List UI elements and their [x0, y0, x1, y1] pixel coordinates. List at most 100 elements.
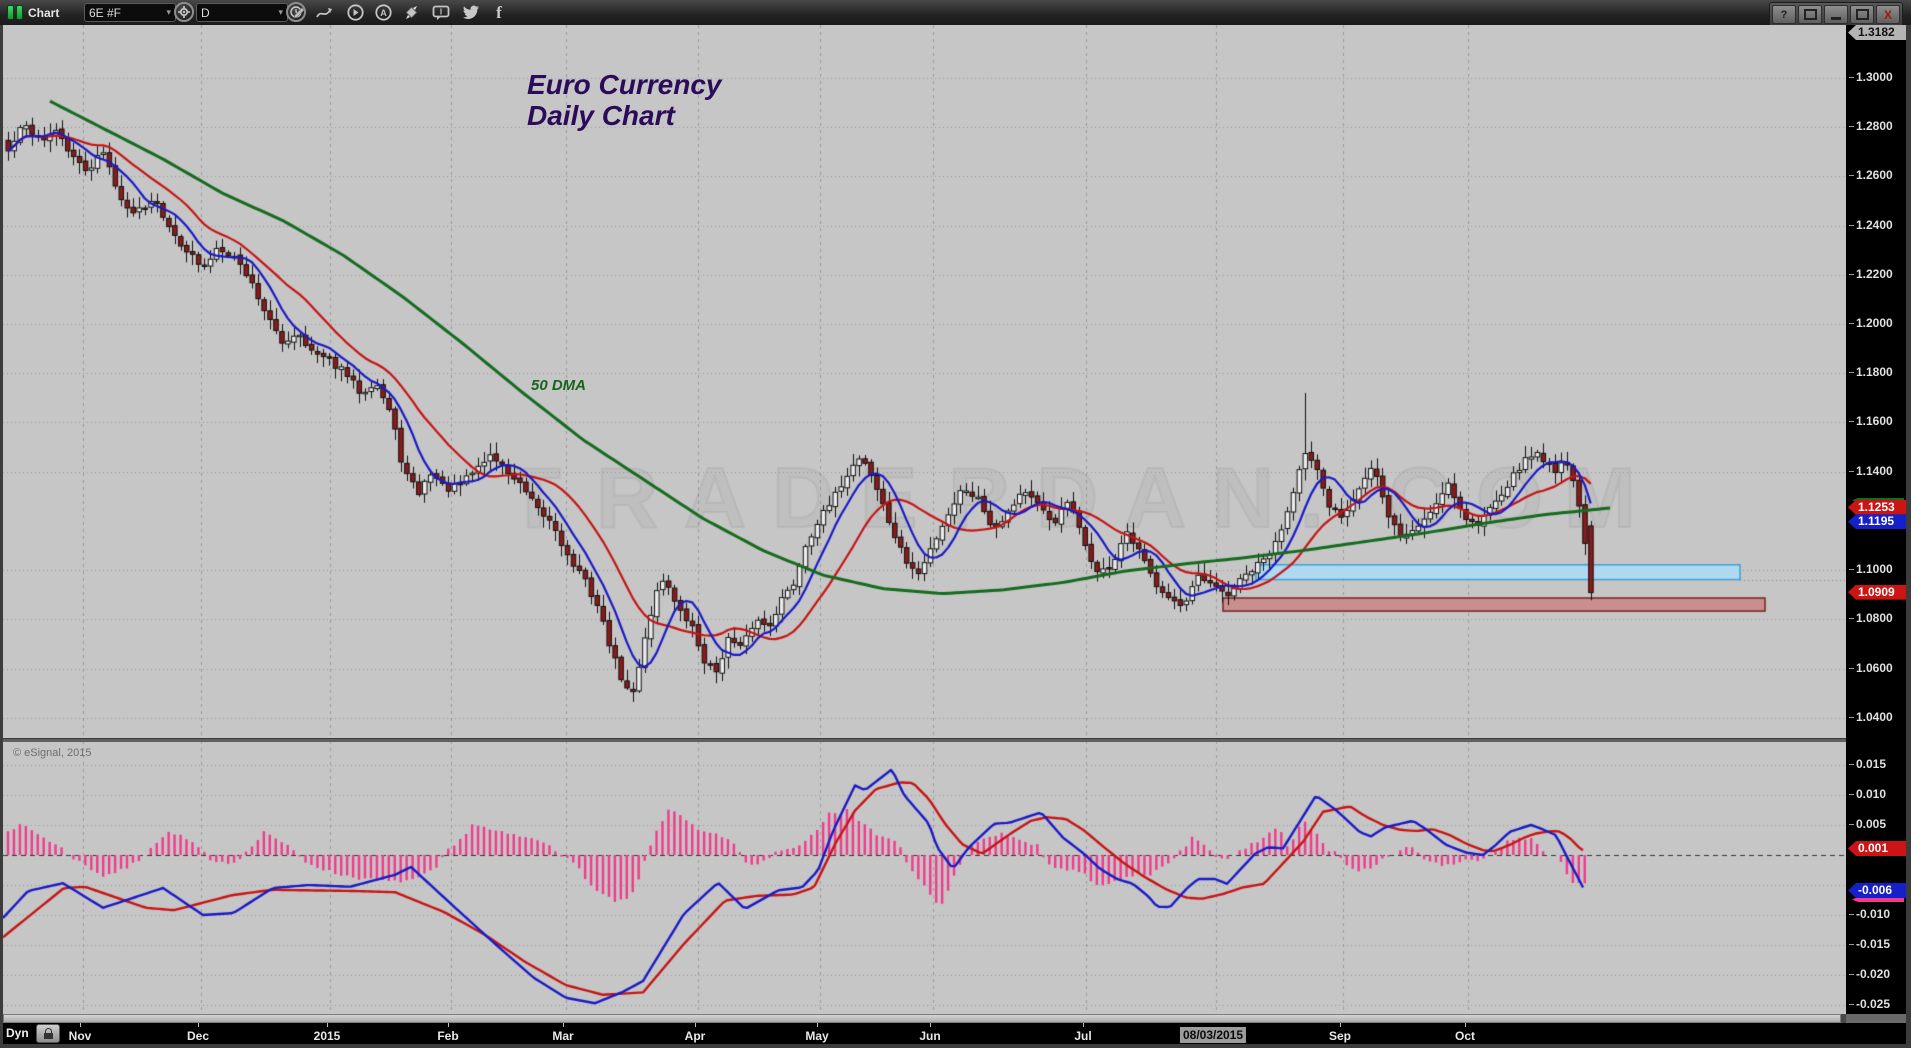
share-facebook-button[interactable]: f — [488, 2, 510, 23]
indicator-tick-label: -0.025 — [1848, 997, 1891, 1011]
month-tick — [448, 1023, 449, 1027]
interval-combo[interactable]: D ▾ — [196, 3, 288, 22]
window-border-bottom — [0, 1044, 1911, 1048]
indicator-tick-label: 0.010 — [1848, 787, 1887, 801]
dma50-label: 50 DMA — [531, 377, 587, 394]
scrollbar-thumb[interactable] — [3, 1014, 1841, 1023]
month-tick — [327, 1023, 328, 1027]
price-badge: 1.0909 — [1848, 584, 1906, 600]
window-border-left — [0, 25, 3, 1044]
time-axis[interactable]: Dyn Nov Dec 2015 Feb Mar Apr May Jun Jul Sep Oct 08… — [0, 1023, 1906, 1044]
speech-bubble-icon: I — [432, 5, 449, 20]
replay-button[interactable] — [344, 2, 366, 23]
month-tick — [198, 1023, 199, 1027]
indicator-tick-label: 0.005 — [1848, 817, 1887, 831]
price-tick-label: 1.2200 — [1849, 266, 1893, 281]
month-tick — [1465, 1023, 1466, 1027]
app-icon — [7, 0, 23, 25]
close-button[interactable]: X — [1876, 5, 1900, 24]
month-label: Feb — [437, 1029, 459, 1043]
indicator-tick-label: -0.015 — [1848, 937, 1891, 951]
date-marker: 08/03/2015 — [1179, 1027, 1247, 1043]
interval-value: D — [201, 5, 210, 20]
month-label: Apr — [684, 1029, 706, 1043]
link-window-button[interactable] — [400, 2, 422, 23]
month-label: May — [805, 1029, 829, 1043]
line-study-button[interactable] — [314, 2, 336, 23]
month-tick — [563, 1023, 564, 1027]
panel-divider[interactable] — [3, 738, 1906, 742]
axis-lock-button[interactable] — [36, 1024, 60, 1043]
month-label: 2015 — [313, 1029, 341, 1043]
month-label: Nov — [68, 1029, 92, 1043]
news-button[interactable]: I — [430, 2, 452, 23]
annotation-button[interactable]: A — [372, 2, 394, 23]
month-label: Sep — [1328, 1029, 1352, 1043]
month-tick — [1340, 1023, 1341, 1027]
symbol-value: 6E #F — [89, 5, 122, 20]
maximize-button[interactable] — [1850, 5, 1874, 24]
title-bar[interactable]: Chart 6E #F ▾ D ▾ A I f ? X — [0, 0, 1911, 27]
chart-title: Euro Currency Daily Chart — [527, 69, 722, 131]
price-panel[interactable] — [3, 25, 1846, 738]
price-badge: 1.1253 — [1848, 499, 1906, 515]
popout-icon — [1803, 9, 1817, 20]
month-label: Oct — [1454, 1029, 1476, 1043]
indicator-tick-label: -0.020 — [1848, 967, 1891, 981]
price-tick-label: 1.2400 — [1849, 217, 1893, 232]
play-icon — [346, 4, 364, 21]
letter-a-icon: A — [374, 4, 392, 21]
indicator-panel[interactable] — [3, 741, 1846, 1014]
price-tick-label: 1.1800 — [1849, 365, 1893, 380]
trendline-icon — [316, 7, 332, 17]
indicator-tick-label: 0.015 — [1848, 757, 1887, 771]
price-badge: 1.3182 — [1848, 25, 1906, 40]
pencil-icon — [293, 6, 305, 19]
popout-button[interactable] — [1798, 5, 1822, 24]
indicator-tick-label: -0.010 — [1848, 907, 1891, 921]
gear-icon — [178, 6, 190, 18]
horizontal-scrollbar[interactable] — [3, 1014, 1846, 1023]
month-label: Mar — [552, 1029, 574, 1043]
month-tick — [817, 1023, 818, 1027]
price-tick-label: 1.2800 — [1849, 119, 1893, 134]
chevron-down-icon: ▾ — [278, 7, 283, 17]
chevron-down-icon: ▾ — [166, 7, 171, 17]
chart-area: Euro Currency Daily Chart 50 DMA © eSign… — [3, 25, 1846, 1023]
diamond-arrows-icon — [405, 6, 417, 19]
price-axis[interactable]: 1.3000 1.2800 1.2600 1.2400 1.2200 1.2000 1.18… — [1846, 25, 1906, 1014]
month-label: Jul — [1074, 1029, 1092, 1043]
copyright-label: © eSignal, 2015 — [13, 747, 92, 759]
share-twitter-button[interactable] — [460, 2, 482, 23]
dyn-label: Dyn — [6, 1026, 29, 1040]
draw-tool-button[interactable] — [288, 2, 310, 23]
price-tick-label: 1.1600 — [1849, 414, 1893, 429]
window-title: Chart — [28, 5, 60, 20]
price-badge: 0.001 — [1848, 841, 1906, 856]
month-tick — [1083, 1023, 1084, 1027]
maximize-icon — [1855, 9, 1869, 20]
facebook-icon: f — [496, 2, 502, 22]
scrollbar-corner — [1846, 1014, 1906, 1023]
data-source-button[interactable] — [174, 2, 194, 22]
help-button[interactable]: ? — [1772, 5, 1796, 24]
window-controls: ? X — [1769, 2, 1903, 27]
price-badge: -0.006 — [1848, 883, 1906, 898]
price-badge: 1.1195 — [1848, 514, 1906, 530]
price-tick-label: 1.2600 — [1849, 168, 1893, 183]
price-tick-label: 1.1000 — [1849, 562, 1893, 577]
minimize-button[interactable] — [1824, 5, 1848, 24]
price-tick-label: 1.0400 — [1849, 709, 1893, 724]
price-tick-label: 1.1400 — [1849, 463, 1893, 478]
window-border-right — [1906, 25, 1911, 1044]
price-tick-label: 1.0600 — [1849, 660, 1893, 675]
price-tick-label: 1.3000 — [1849, 69, 1893, 84]
twitter-icon — [462, 5, 479, 20]
month-tick — [80, 1023, 81, 1027]
lock-icon — [43, 1028, 53, 1039]
price-tick-label: 1.2000 — [1849, 316, 1893, 330]
chart-window: Chart 6E #F ▾ D ▾ A I f ? X Euro Currenc… — [0, 0, 1911, 1048]
price-tick-label: 1.0800 — [1849, 611, 1893, 626]
svg-text:I: I — [439, 7, 441, 16]
symbol-combo[interactable]: 6E #F ▾ — [84, 3, 176, 22]
